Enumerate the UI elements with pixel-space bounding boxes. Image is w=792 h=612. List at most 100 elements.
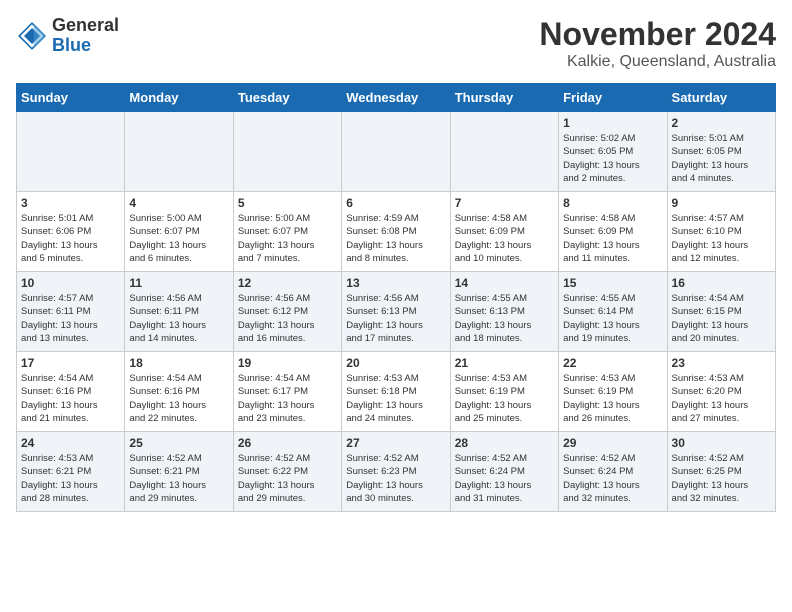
day-number: 3 [21, 196, 120, 210]
day-cell-4-1: 25Sunrise: 4:52 AM Sunset: 6:21 PM Dayli… [125, 432, 233, 512]
day-info: Sunrise: 4:53 AM Sunset: 6:21 PM Dayligh… [21, 452, 120, 505]
day-info: Sunrise: 4:54 AM Sunset: 6:15 PM Dayligh… [672, 292, 771, 345]
day-info: Sunrise: 4:54 AM Sunset: 6:16 PM Dayligh… [21, 372, 120, 425]
day-number: 13 [346, 276, 445, 290]
day-info: Sunrise: 4:52 AM Sunset: 6:25 PM Dayligh… [672, 452, 771, 505]
day-cell-4-0: 24 Sunrise: 4:53 AM Sunset: 6:21 PM Dayli… [17, 432, 125, 512]
day-cell-3-0: 17 Sunrise: 4:54 AM Sunset: 6:16 PM Dayli… [17, 352, 125, 432]
day-info: Sunrise: 5:00 AM Sunset: 6:07 PM Dayligh… [238, 212, 337, 265]
title-section: November 2024 Kalkie, Queensland, Austra… [539, 16, 776, 71]
day-number: 18 [129, 356, 228, 370]
day-cell-0-1 [125, 112, 233, 192]
day-info: Sunrise: 4:56 AM Sunset: 6:12 PM Dayligh… [238, 292, 337, 345]
day-info: Sunrise: 4:54 AM Sunset: 6:16 PM Dayligh… [129, 372, 228, 425]
day-number: 22 [563, 356, 662, 370]
day-number: 4 [129, 196, 228, 210]
day-info: Sunrise: 5:00 AM Sunset: 6:07 PM Dayligh… [129, 212, 228, 265]
day-info: Sunrise: 4:59 AM Sunset: 6:08 PM Dayligh… [346, 212, 445, 265]
col-tuesday: Tuesday [233, 84, 341, 112]
day-cell-2-6: 16 Sunrise: 4:54 AM Sunset: 6:15 PM Dayli… [667, 272, 775, 352]
day-info: Sunrise: 4:56 AM Sunset: 6:13 PM Dayligh… [346, 292, 445, 345]
day-number: 24 [21, 436, 120, 450]
day-info: Sunrise: 4:53 AM Sunset: 6:19 PM Dayligh… [563, 372, 662, 425]
week-row-3: 10 Sunrise: 4:57 AM Sunset: 6:11 PM Dayli… [17, 272, 776, 352]
day-cell-1-2: 5Sunrise: 5:00 AM Sunset: 6:07 PM Daylig… [233, 192, 341, 272]
day-number: 28 [455, 436, 554, 450]
day-cell-0-4 [450, 112, 558, 192]
day-cell-2-3: 13 Sunrise: 4:56 AM Sunset: 6:13 PM Dayli… [342, 272, 450, 352]
day-cell-1-1: 4 Sunrise: 5:00 AM Sunset: 6:07 PM Daylig… [125, 192, 233, 272]
day-number: 7 [455, 196, 554, 210]
logo-icon [16, 20, 48, 52]
logo-blue-text: Blue [52, 36, 119, 56]
day-number: 20 [346, 356, 445, 370]
col-friday: Friday [559, 84, 667, 112]
day-number: 10 [21, 276, 120, 290]
col-wednesday: Wednesday [342, 84, 450, 112]
col-saturday: Saturday [667, 84, 775, 112]
day-cell-4-4: 28Sunrise: 4:52 AM Sunset: 6:24 PM Dayli… [450, 432, 558, 512]
logo: General Blue [16, 16, 119, 56]
day-info: Sunrise: 4:56 AM Sunset: 6:11 PM Dayligh… [129, 292, 228, 345]
day-cell-0-6: 2Sunrise: 5:01 AM Sunset: 6:05 PM Daylig… [667, 112, 775, 192]
day-number: 29 [563, 436, 662, 450]
calendar-header: Sunday Monday Tuesday Wednesday Thursday… [17, 84, 776, 112]
day-number: 9 [672, 196, 771, 210]
day-cell-0-2 [233, 112, 341, 192]
day-cell-1-6: 9Sunrise: 4:57 AM Sunset: 6:10 PM Daylig… [667, 192, 775, 272]
day-info: Sunrise: 5:01 AM Sunset: 6:06 PM Dayligh… [21, 212, 120, 265]
col-thursday: Thursday [450, 84, 558, 112]
calendar-body: 1 Sunrise: 5:02 AM Sunset: 6:05 PM Daylig… [17, 112, 776, 512]
day-info: Sunrise: 5:02 AM Sunset: 6:05 PM Dayligh… [563, 132, 662, 185]
day-number: 12 [238, 276, 337, 290]
col-monday: Monday [125, 84, 233, 112]
week-row-1: 1 Sunrise: 5:02 AM Sunset: 6:05 PM Daylig… [17, 112, 776, 192]
logo-text: General Blue [52, 16, 119, 56]
day-info: Sunrise: 4:55 AM Sunset: 6:13 PM Dayligh… [455, 292, 554, 345]
day-number: 26 [238, 436, 337, 450]
day-info: Sunrise: 4:53 AM Sunset: 6:19 PM Dayligh… [455, 372, 554, 425]
day-info: Sunrise: 4:53 AM Sunset: 6:18 PM Dayligh… [346, 372, 445, 425]
day-cell-4-6: 30 Sunrise: 4:52 AM Sunset: 6:25 PM Dayli… [667, 432, 775, 512]
day-number: 25 [129, 436, 228, 450]
day-cell-2-4: 14Sunrise: 4:55 AM Sunset: 6:13 PM Dayli… [450, 272, 558, 352]
day-number: 16 [672, 276, 771, 290]
day-info: Sunrise: 4:57 AM Sunset: 6:11 PM Dayligh… [21, 292, 120, 345]
day-number: 1 [563, 116, 662, 130]
day-cell-3-6: 23 Sunrise: 4:53 AM Sunset: 6:20 PM Dayli… [667, 352, 775, 432]
col-sunday: Sunday [17, 84, 125, 112]
day-cell-1-0: 3 Sunrise: 5:01 AM Sunset: 6:06 PM Daylig… [17, 192, 125, 272]
header-row: Sunday Monday Tuesday Wednesday Thursday… [17, 84, 776, 112]
day-number: 6 [346, 196, 445, 210]
day-cell-0-0 [17, 112, 125, 192]
day-info: Sunrise: 4:58 AM Sunset: 6:09 PM Dayligh… [455, 212, 554, 265]
day-cell-1-3: 6 Sunrise: 4:59 AM Sunset: 6:08 PM Daylig… [342, 192, 450, 272]
day-cell-4-5: 29 Sunrise: 4:52 AM Sunset: 6:24 PM Dayli… [559, 432, 667, 512]
day-cell-1-4: 7 Sunrise: 4:58 AM Sunset: 6:09 PM Daylig… [450, 192, 558, 272]
day-number: 8 [563, 196, 662, 210]
day-cell-3-1: 18 Sunrise: 4:54 AM Sunset: 6:16 PM Dayli… [125, 352, 233, 432]
day-cell-2-1: 11 Sunrise: 4:56 AM Sunset: 6:11 PM Dayli… [125, 272, 233, 352]
day-info: Sunrise: 4:55 AM Sunset: 6:14 PM Dayligh… [563, 292, 662, 345]
day-number: 2 [672, 116, 771, 130]
day-info: Sunrise: 4:58 AM Sunset: 6:09 PM Dayligh… [563, 212, 662, 265]
logo-general-text: General [52, 16, 119, 36]
week-row-4: 17 Sunrise: 4:54 AM Sunset: 6:16 PM Dayli… [17, 352, 776, 432]
day-info: Sunrise: 4:52 AM Sunset: 6:24 PM Dayligh… [563, 452, 662, 505]
subtitle: Kalkie, Queensland, Australia [539, 53, 776, 71]
day-cell-2-0: 10 Sunrise: 4:57 AM Sunset: 6:11 PM Dayli… [17, 272, 125, 352]
day-number: 23 [672, 356, 771, 370]
calendar-table: Sunday Monday Tuesday Wednesday Thursday… [16, 83, 776, 512]
day-number: 11 [129, 276, 228, 290]
day-cell-2-5: 15Sunrise: 4:55 AM Sunset: 6:14 PM Dayli… [559, 272, 667, 352]
day-number: 21 [455, 356, 554, 370]
day-info: Sunrise: 4:53 AM Sunset: 6:20 PM Dayligh… [672, 372, 771, 425]
day-cell-1-5: 8 Sunrise: 4:58 AM Sunset: 6:09 PM Daylig… [559, 192, 667, 272]
day-number: 17 [21, 356, 120, 370]
day-number: 30 [672, 436, 771, 450]
day-cell-3-3: 20 Sunrise: 4:53 AM Sunset: 6:18 PM Dayli… [342, 352, 450, 432]
day-cell-4-3: 27Sunrise: 4:52 AM Sunset: 6:23 PM Dayli… [342, 432, 450, 512]
day-cell-4-2: 26Sunrise: 4:52 AM Sunset: 6:22 PM Dayli… [233, 432, 341, 512]
day-cell-3-2: 19Sunrise: 4:54 AM Sunset: 6:17 PM Dayli… [233, 352, 341, 432]
week-row-2: 3 Sunrise: 5:01 AM Sunset: 6:06 PM Daylig… [17, 192, 776, 272]
